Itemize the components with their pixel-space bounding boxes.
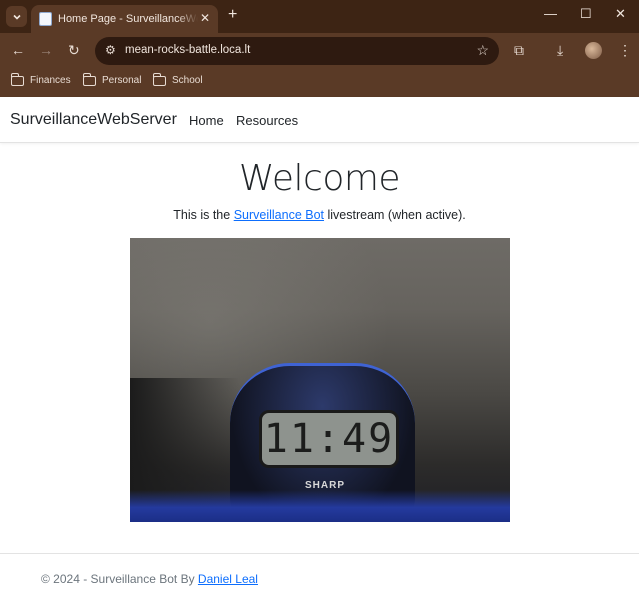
minimize-icon[interactable]: — bbox=[544, 6, 557, 21]
blue-cloth bbox=[130, 490, 510, 522]
page-favicon-icon bbox=[39, 12, 52, 26]
tab-title: Home Page - SurveillanceWebServer bbox=[58, 13, 198, 25]
profile-avatar[interactable] bbox=[585, 42, 602, 59]
browser-toolbar: ← → ↻ ⚙ mean-rocks-battle.loca.lt ☆ ⧉ ⤓ … bbox=[0, 33, 639, 69]
surveillance-bot-link[interactable]: Surveillance Bot bbox=[234, 208, 324, 222]
bookmark-label: School bbox=[172, 75, 203, 86]
nav-resources[interactable]: Resources bbox=[236, 113, 298, 128]
more-menu-icon[interactable]: ⋮ bbox=[618, 42, 632, 59]
intro-after: livestream (when active). bbox=[324, 208, 466, 222]
bookmarks-bar: Finances Personal School bbox=[0, 69, 639, 97]
page-title: Welcome bbox=[238, 158, 401, 199]
livestream-image: 11:49 SHARP bbox=[130, 238, 510, 522]
footer-divider bbox=[0, 553, 639, 554]
close-tab-icon[interactable]: ✕ bbox=[200, 11, 210, 25]
bookmark-school[interactable]: School bbox=[153, 72, 203, 86]
site-info-icon[interactable]: ⚙ bbox=[105, 43, 116, 57]
footer: © 2024 - Surveillance Bot By Daniel Leal bbox=[41, 572, 258, 586]
nav-home[interactable]: Home bbox=[189, 113, 224, 128]
clock-display: 11:49 bbox=[259, 410, 399, 468]
address-url: mean-rocks-battle.loca.lt bbox=[125, 44, 251, 56]
folder-icon bbox=[83, 72, 96, 86]
browser-tab[interactable]: Home Page - SurveillanceWebServer ✕ bbox=[31, 5, 218, 33]
intro-before: This is the bbox=[173, 208, 234, 222]
download-icon[interactable]: ⤓ bbox=[557, 42, 563, 59]
new-tab-icon[interactable]: + bbox=[228, 6, 237, 24]
bookmark-star-icon[interactable]: ☆ bbox=[476, 42, 489, 59]
intro-text: This is the Surveillance Bot livestream … bbox=[0, 208, 639, 222]
clock-time: 11:49 bbox=[263, 416, 395, 462]
reload-icon[interactable]: ↻ bbox=[68, 42, 80, 59]
bookmark-personal[interactable]: Personal bbox=[83, 72, 142, 86]
bookmark-label: Personal bbox=[102, 75, 142, 86]
close-window-icon[interactable]: ✕ bbox=[615, 6, 626, 22]
folder-icon bbox=[11, 72, 24, 86]
maximize-icon[interactable]: ☐ bbox=[580, 6, 592, 22]
footer-text: © 2024 - Surveillance Bot By bbox=[41, 572, 198, 586]
author-link[interactable]: Daniel Leal bbox=[198, 572, 258, 586]
site-brand[interactable]: SurveillanceWebServer bbox=[10, 111, 177, 129]
forward-icon[interactable]: → bbox=[39, 42, 53, 58]
address-bar[interactable]: ⚙ mean-rocks-battle.loca.lt ☆ bbox=[95, 37, 499, 65]
bookmark-finances[interactable]: Finances bbox=[11, 72, 71, 86]
bookmark-label: Finances bbox=[30, 75, 71, 86]
extensions-icon[interactable]: ⧉ bbox=[514, 42, 524, 59]
back-icon[interactable]: ← bbox=[11, 42, 25, 58]
tab-search-button[interactable] bbox=[6, 6, 27, 27]
browser-tabstrip: Home Page - SurveillanceWebServer ✕ + — … bbox=[0, 0, 639, 33]
site-navbar: SurveillanceWebServer Home Resources bbox=[0, 97, 639, 143]
folder-icon bbox=[153, 72, 166, 86]
chevron-down-icon bbox=[12, 14, 21, 20]
